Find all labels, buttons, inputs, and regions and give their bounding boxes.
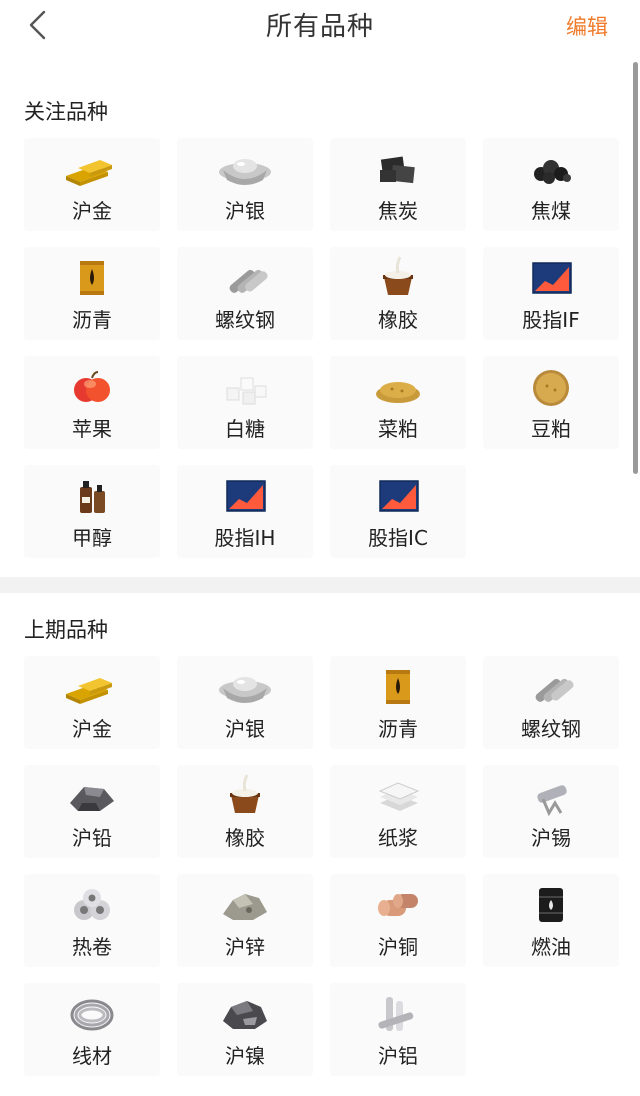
gold-bars-icon <box>60 146 124 190</box>
commodity-tile[interactable]: 焦煤 <box>483 138 619 231</box>
edit-button[interactable]: 编辑 <box>566 11 608 41</box>
commodity-tile[interactable]: 股指IF <box>483 247 619 340</box>
commodity-tile[interactable]: 股指IH <box>177 465 313 558</box>
commodity-tile[interactable]: 甲醇 <box>24 465 160 558</box>
commodity-label: 白糖 <box>225 417 265 441</box>
zinc-ore-icon <box>213 882 277 926</box>
coke-icon <box>366 146 430 190</box>
steel-coils-icon <box>60 882 124 926</box>
soybean-meal-icon <box>519 364 583 408</box>
silver-ingot-icon <box>213 664 277 708</box>
commodity-label: 橡胶 <box>378 308 418 332</box>
methanol-bottles-icon <box>60 473 124 517</box>
commodity-tile[interactable]: 燃油 <box>483 874 619 967</box>
silver-ingot-icon <box>213 146 277 190</box>
watchlist-grid: 沪金 沪银 焦炭 焦煤沥青 螺纹钢 橡胶 股指IF 苹果 白糖 菜粕 豆粕甲醇 股指IH 股指IC <box>24 138 619 558</box>
commodity-tile[interactable]: 沪铜 <box>330 874 466 967</box>
tin-icon <box>519 773 583 817</box>
commodity-tile[interactable]: 白糖 <box>177 356 313 449</box>
commodity-tile[interactable]: 沪金 <box>24 138 160 231</box>
sugar-cubes-icon <box>213 364 277 408</box>
page-title: 所有品种 <box>265 12 374 42</box>
commodity-tile[interactable]: 纸浆 <box>330 765 466 858</box>
commodity-label: 沪锌 <box>225 935 265 959</box>
gold-bars-icon <box>60 664 124 708</box>
commodity-tile[interactable]: 沪铝 <box>330 983 466 1076</box>
commodity-label: 沪镍 <box>225 1044 265 1068</box>
copper-coils-icon <box>366 882 430 926</box>
rebar-icon <box>213 255 277 299</box>
commodity-tile[interactable]: 橡胶 <box>330 247 466 340</box>
commodity-label: 螺纹钢 <box>215 308 275 332</box>
asphalt-barrel-icon <box>60 255 124 299</box>
shfe-grid: 沪金 沪银 沥青 螺纹钢沪铅 橡胶 纸浆 沪锡热卷 沪锌 沪铜 燃油线材 沪镍 沪铝 <box>24 656 619 1076</box>
rebar-icon <box>519 664 583 708</box>
commodity-tile[interactable]: 螺纹钢 <box>177 247 313 340</box>
commodity-label: 沪铅 <box>72 826 112 850</box>
index-chart-icon <box>519 255 583 299</box>
commodity-tile[interactable]: 沪锌 <box>177 874 313 967</box>
section-title-shfe: 上期品种 <box>24 618 108 642</box>
commodity-label: 螺纹钢 <box>521 717 581 741</box>
asphalt-barrel-icon <box>366 664 430 708</box>
commodity-label: 线材 <box>72 1044 112 1068</box>
commodity-tile[interactable]: 焦炭 <box>330 138 466 231</box>
commodity-label: 沪金 <box>72 199 112 223</box>
index-chart-icon <box>213 473 277 517</box>
oil-barrel-icon <box>519 882 583 926</box>
rapeseed-meal-icon <box>366 364 430 408</box>
commodity-tile[interactable]: 沪银 <box>177 656 313 749</box>
commodity-tile[interactable]: 热卷 <box>24 874 160 967</box>
commodity-tile[interactable]: 豆粕 <box>483 356 619 449</box>
commodity-label: 沪金 <box>72 717 112 741</box>
commodity-label: 沪锡 <box>531 826 571 850</box>
commodity-label: 股指IC <box>368 526 428 550</box>
section-divider <box>0 577 640 593</box>
commodity-label: 纸浆 <box>378 826 418 850</box>
commodity-tile[interactable]: 沪银 <box>177 138 313 231</box>
commodity-tile[interactable]: 沪金 <box>24 656 160 749</box>
commodity-tile[interactable]: 螺纹钢 <box>483 656 619 749</box>
commodity-tile[interactable]: 沪铅 <box>24 765 160 858</box>
commodity-label: 菜粕 <box>378 417 418 441</box>
rubber-bucket-icon <box>213 773 277 817</box>
wire-coil-icon <box>60 991 124 1035</box>
commodity-label: 沪银 <box>225 199 265 223</box>
commodity-label: 沪铝 <box>378 1044 418 1068</box>
top-bar: 所有品种 编辑 <box>0 0 640 50</box>
section-title-watchlist: 关注品种 <box>24 100 108 124</box>
index-chart-icon <box>366 473 430 517</box>
nickel-ore-icon <box>213 991 277 1035</box>
commodity-label: 焦炭 <box>378 199 418 223</box>
commodity-tile[interactable]: 线材 <box>24 983 160 1076</box>
commodity-label: 苹果 <box>72 417 112 441</box>
commodity-label: 沥青 <box>72 308 112 332</box>
commodity-tile[interactable]: 沪锡 <box>483 765 619 858</box>
commodity-label: 焦煤 <box>531 199 571 223</box>
apple-icon <box>60 364 124 408</box>
commodity-tile[interactable]: 沥青 <box>330 656 466 749</box>
commodity-tile[interactable]: 菜粕 <box>330 356 466 449</box>
aluminum-rods-icon <box>366 991 430 1035</box>
coal-icon <box>519 146 583 190</box>
commodity-tile[interactable]: 股指IC <box>330 465 466 558</box>
commodity-tile[interactable]: 沥青 <box>24 247 160 340</box>
lead-ore-icon <box>60 773 124 817</box>
scrollbar[interactable] <box>633 62 638 474</box>
rubber-bucket-icon <box>366 255 430 299</box>
commodity-label: 沥青 <box>378 717 418 741</box>
commodity-label: 沪铜 <box>378 935 418 959</box>
commodity-tile[interactable]: 沪镍 <box>177 983 313 1076</box>
commodity-label: 橡胶 <box>225 826 265 850</box>
commodity-label: 甲醇 <box>72 526 112 550</box>
commodity-label: 股指IF <box>522 308 580 332</box>
commodity-label: 热卷 <box>72 935 112 959</box>
commodity-label: 股指IH <box>214 526 276 550</box>
commodity-label: 燃油 <box>531 935 571 959</box>
commodity-label: 豆粕 <box>531 417 571 441</box>
commodity-label: 沪银 <box>225 717 265 741</box>
pulp-sheets-icon <box>366 773 430 817</box>
commodity-tile[interactable]: 苹果 <box>24 356 160 449</box>
commodity-tile[interactable]: 橡胶 <box>177 765 313 858</box>
